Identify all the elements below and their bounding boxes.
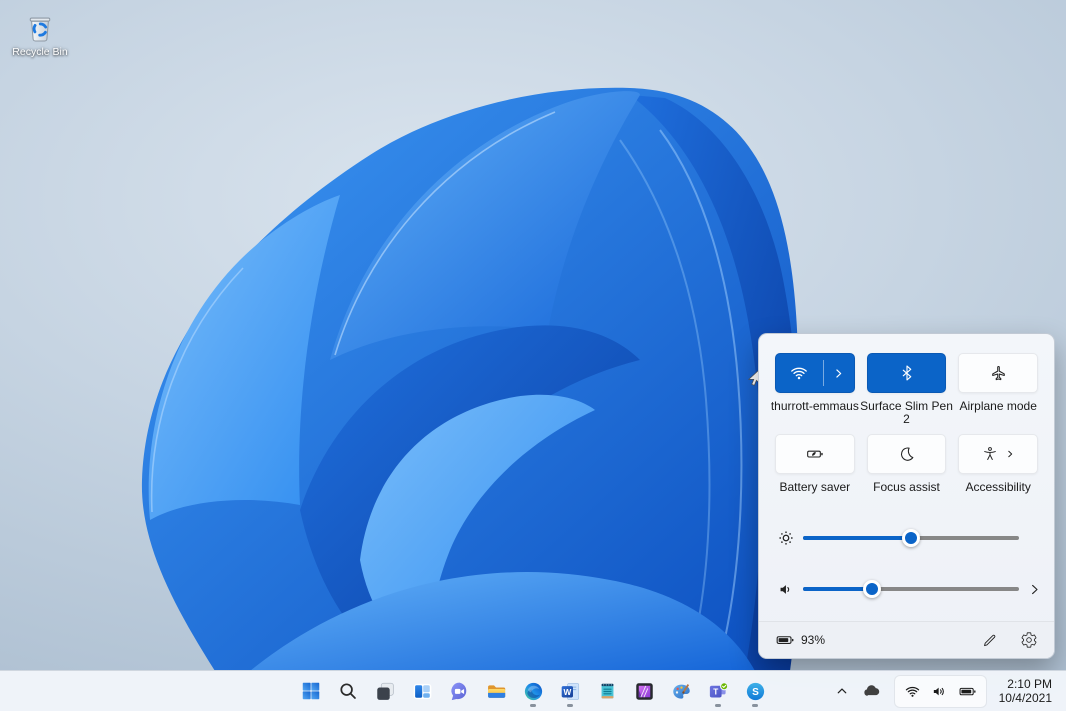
- running-indicator: [567, 704, 573, 707]
- battery-percent-label: 93%: [801, 633, 826, 647]
- bluetooth-tile[interactable]: [866, 353, 947, 393]
- accessibility-tile-label: Accessibility: [965, 480, 1031, 494]
- word-button[interactable]: W: [553, 674, 587, 708]
- brightness-slider-thumb[interactable]: [902, 529, 920, 547]
- quick-settings-tile-grid: thurrott-emmaus Surface Slim Pen 2 Airpl…: [759, 334, 1054, 507]
- wifi-tile-label: thurrott-emmaus: [770, 399, 859, 413]
- battery-saver-icon: [805, 444, 825, 464]
- airplane-icon: [989, 364, 1008, 383]
- paint-button[interactable]: [664, 674, 698, 708]
- task-view-button[interactable]: [368, 674, 402, 708]
- quick-settings-footer: 93%: [759, 621, 1054, 658]
- volume-row: [775, 573, 1038, 605]
- recycle-bin-icon: [22, 8, 58, 44]
- chat-button[interactable]: [442, 674, 476, 708]
- search-button[interactable]: [331, 674, 365, 708]
- volume-slider[interactable]: [803, 580, 1019, 598]
- volume-slider-thumb[interactable]: [863, 580, 882, 598]
- volume-expand-chevron[interactable]: [1027, 582, 1042, 597]
- accessibility-tile[interactable]: [958, 434, 1039, 474]
- wifi-tile[interactable]: [775, 353, 855, 393]
- tray-date: 10/4/2021: [998, 691, 1052, 705]
- affinity-photo-button[interactable]: [627, 674, 661, 708]
- bluetooth-tile-label: Surface Slim Pen 2: [860, 399, 953, 426]
- notepad-button[interactable]: [590, 674, 624, 708]
- battery-saver-tile-label: Battery saver: [779, 480, 851, 494]
- volume-icon: [775, 580, 797, 599]
- wifi-icon: [776, 363, 823, 383]
- edit-pencil-icon[interactable]: [981, 632, 998, 649]
- moon-icon: [898, 445, 916, 463]
- taskbar: W T S 2:10 PM 10/4/2021: [0, 670, 1066, 711]
- tray-overflow-chevron-up-icon[interactable]: [828, 675, 856, 707]
- recycle-bin-label: Recycle Bin: [12, 46, 68, 58]
- taskbar-app-icons: W T S: [294, 671, 772, 711]
- brightness-row: [775, 522, 1038, 554]
- quick-settings-panel: thurrott-emmaus Surface Slim Pen 2 Airpl…: [758, 333, 1055, 659]
- brightness-slider[interactable]: [803, 529, 1019, 547]
- focus-assist-tile[interactable]: [866, 434, 947, 474]
- running-indicator: [752, 704, 758, 707]
- system-tray: 2:10 PM 10/4/2021: [828, 671, 1062, 711]
- accessibility-expand-chevron: [1005, 449, 1015, 459]
- battery-saver-tile[interactable]: [775, 434, 855, 474]
- desktop: Recycle Bin thurrott-emmaus Surface Slim…: [0, 0, 1066, 711]
- file-explorer-button[interactable]: [479, 674, 513, 708]
- recycle-bin[interactable]: Recycle Bin: [4, 8, 76, 58]
- battery-icon: [775, 630, 795, 650]
- battery-status[interactable]: 93%: [775, 630, 825, 650]
- skype-button[interactable]: S: [738, 674, 772, 708]
- edge-button[interactable]: [516, 674, 550, 708]
- clock[interactable]: 2:10 PM 10/4/2021: [999, 677, 1052, 705]
- speaker-icon: [931, 683, 948, 700]
- onedrive-cloud-icon[interactable]: [856, 675, 888, 707]
- svg-text:T: T: [713, 687, 718, 696]
- svg-text:S: S: [752, 687, 759, 698]
- widgets-button[interactable]: [405, 674, 439, 708]
- tray-time: 2:10 PM: [1007, 677, 1052, 691]
- teams-button[interactable]: T: [701, 674, 735, 708]
- brightness-icon: [775, 528, 797, 548]
- bluetooth-icon: [898, 364, 916, 382]
- volume-slider-fill: [803, 587, 873, 591]
- start-button[interactable]: [294, 674, 328, 708]
- svg-text:W: W: [563, 687, 571, 696]
- airplane-mode-tile[interactable]: [958, 353, 1039, 393]
- airplane-mode-tile-label: Airplane mode: [959, 399, 1037, 413]
- focus-assist-tile-label: Focus assist: [873, 480, 940, 494]
- wifi-icon: [904, 683, 921, 700]
- tray-network-volume-battery-group[interactable]: [893, 674, 987, 708]
- battery-icon: [958, 682, 977, 701]
- running-indicator: [530, 704, 536, 707]
- wifi-expand-chevron[interactable]: [824, 367, 854, 380]
- settings-gear-icon[interactable]: [1020, 631, 1038, 649]
- running-indicator: [715, 704, 721, 707]
- accessibility-icon: [981, 445, 999, 463]
- brightness-slider-fill: [803, 536, 911, 540]
